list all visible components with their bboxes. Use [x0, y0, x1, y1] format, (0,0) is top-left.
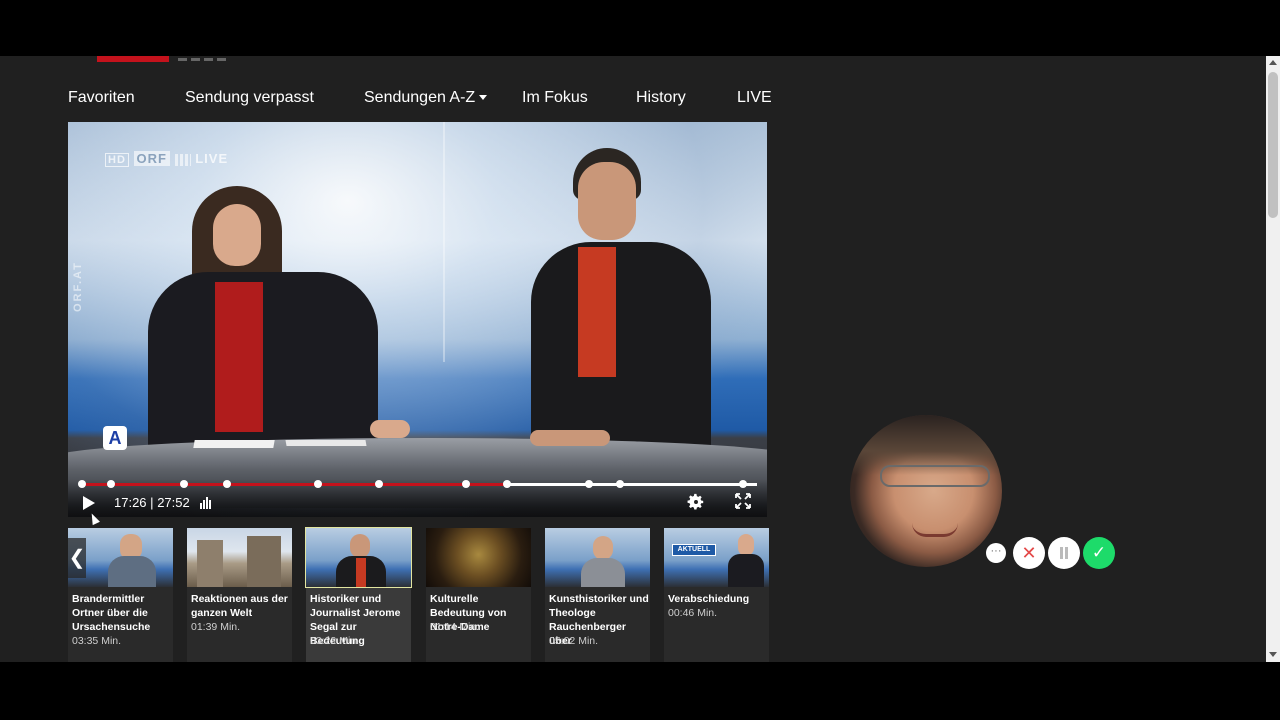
playlist-item-title: Brandermittler Ortner über die Ursachens… [72, 593, 151, 633]
pause-icon-bar [1065, 547, 1068, 559]
chapter-marker[interactable] [502, 480, 511, 488]
recorder-pause-button[interactable] [1048, 537, 1080, 569]
playlist-item[interactable]: Kunsthistoriker und Theologe Rauchenberg… [545, 528, 650, 662]
presenter-face [213, 204, 261, 266]
playlist-thumbnail [187, 528, 292, 587]
nav-sendung-verpasst[interactable]: Sendung verpasst [185, 89, 314, 107]
player-controls: 17:26 | 27:52 [68, 479, 767, 517]
presenter-body [148, 272, 378, 452]
chapter-marker[interactable] [314, 480, 323, 488]
playlist-item-duration: 00:46 Min. [668, 607, 718, 619]
nav-history[interactable]: History [636, 89, 686, 107]
gear-icon[interactable] [687, 493, 705, 511]
desk-logo: A [103, 426, 127, 450]
nav-live[interactable]: LIVE [737, 89, 772, 107]
presenter-shirt [215, 282, 263, 432]
channel-bug: HD ORF LIVE [105, 151, 228, 167]
side-watermark: ORF.AT [72, 261, 84, 312]
nav-sendungen-a-z-label: Sendungen A-Z [364, 89, 476, 106]
letterbox-bottom [0, 662, 1280, 720]
chapter-marker[interactable] [615, 480, 624, 488]
bug-hd: HD [105, 153, 129, 167]
scrollbar-thumb[interactable] [1268, 72, 1278, 218]
nav-im-fokus[interactable]: Im Fokus [522, 89, 588, 107]
time-display: 17:26 | 27:52 [114, 495, 190, 510]
chapter-marker[interactable] [78, 480, 86, 488]
current-time: 17:26 [114, 495, 147, 510]
guest-shirt [578, 247, 616, 377]
playlist-item-title: Verabschiedung [668, 593, 750, 605]
guest-face [578, 162, 636, 240]
nav-sendungen-a-z[interactable]: Sendungen A-Z [364, 89, 488, 107]
play-icon[interactable] [83, 496, 95, 510]
scroll-up-arrow-icon[interactable] [1269, 60, 1277, 65]
orf-tvthek-page: Favoriten Sendung verpasst Sendungen A-Z… [0, 56, 1266, 662]
playlist-item-duration: 01:14 Min. [430, 621, 480, 633]
playlist-thumbnail [305, 527, 412, 588]
presenter-hands [370, 420, 410, 438]
fullscreen-icon[interactable] [735, 493, 751, 509]
playlist-item[interactable]: ❮ Brandermittler Ortner über die Ursache… [68, 528, 173, 662]
webcam-smile [912, 523, 958, 537]
playlist-item-duration: 05:02 Min. [549, 635, 599, 647]
recorder-finish-button[interactable]: ✓ [1083, 537, 1115, 569]
playlist-item-active[interactable]: Historiker und Journalist Jerome Segal z… [305, 527, 412, 662]
letterbox-top [0, 0, 1280, 56]
progress-bar[interactable] [78, 480, 757, 488]
playlist-prev-arrow[interactable]: ❮ [68, 538, 86, 578]
chapter-marker[interactable] [738, 480, 747, 488]
studio-divider [443, 122, 445, 362]
chapter-marker[interactable] [375, 480, 383, 488]
playlist-item[interactable]: Reaktionen aus der ganzen Welt 01:39 Min… [187, 528, 292, 662]
playlist-thumbnail [426, 528, 531, 587]
nav-favoriten[interactable]: Favoriten [68, 89, 135, 107]
desk-papers-2 [285, 440, 367, 446]
recorder-cancel-button[interactable]: ✕ [1013, 537, 1045, 569]
guest-body [531, 242, 711, 462]
chapter-marker[interactable] [179, 480, 188, 488]
bug-orf: ORF [133, 151, 170, 166]
desk-papers [193, 440, 275, 448]
aktuell-badge: AKTUELL [672, 544, 716, 556]
duration: 27:52 [157, 495, 190, 510]
bug-live: LIVE [195, 151, 229, 166]
playlist-item[interactable]: Kulturelle Bedeutung von Notre-Dame 01:1… [426, 528, 531, 662]
chapter-marker[interactable] [107, 480, 116, 488]
playlist-item-duration: 03:22 Min. [310, 635, 360, 647]
chapter-marker[interactable] [223, 480, 232, 488]
webcam-bubble[interactable] [850, 415, 1002, 567]
video-player[interactable]: HD ORF LIVE ORF.AT A 17:26 | 27:52 [68, 122, 767, 517]
scroll-down-arrow-icon[interactable] [1269, 652, 1277, 657]
bug-bars-icon [174, 153, 191, 166]
playlist-item-duration: 01:39 Min. [191, 621, 241, 633]
recorder-more-button[interactable]: ··· [986, 543, 1006, 563]
pause-icon [1060, 547, 1063, 559]
time-separator: | [150, 495, 154, 510]
caret-down-icon [479, 95, 488, 101]
playlist-thumbnail [545, 528, 650, 587]
logo-wordmark [178, 56, 268, 61]
playlist-item[interactable]: AKTUELL ❯ Verabschiedung 00:46 Min. [664, 528, 769, 662]
volume-icon[interactable] [200, 497, 212, 509]
chapter-marker[interactable] [462, 480, 471, 488]
playlist-item-title: Reaktionen aus der ganzen Welt [191, 593, 288, 619]
playlist-thumbnail: AKTUELL [664, 528, 769, 587]
chapter-playlist: ❮ Brandermittler Ortner über die Ursache… [68, 527, 769, 662]
orf-logo[interactable] [97, 56, 169, 62]
progress-fill [82, 483, 504, 486]
playlist-item-duration: 03:35 Min. [72, 635, 122, 647]
page-scrollbar[interactable] [1266, 56, 1280, 662]
chapter-marker[interactable] [584, 480, 593, 488]
guest-hands [530, 430, 610, 446]
webcam-glasses [880, 465, 990, 487]
